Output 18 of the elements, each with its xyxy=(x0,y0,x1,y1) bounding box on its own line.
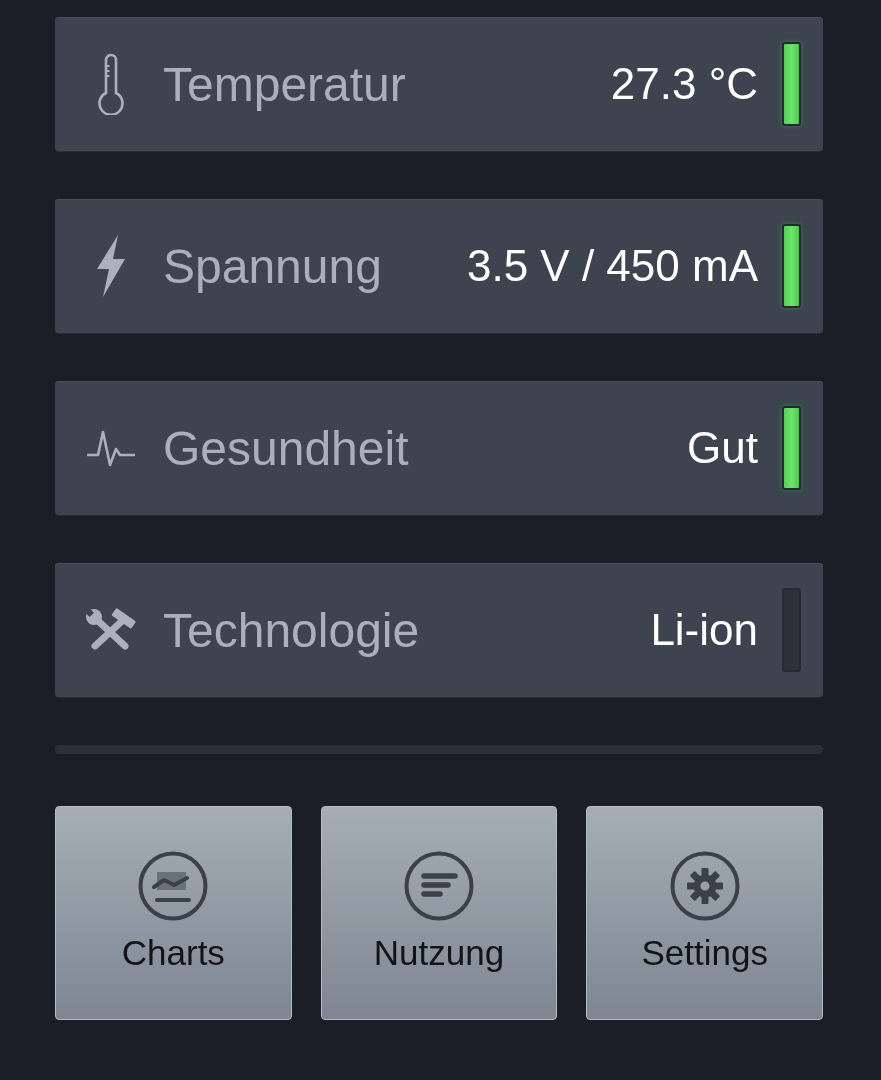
pulse-icon xyxy=(87,428,135,468)
usage-button[interactable]: Nutzung xyxy=(320,806,558,1020)
thermometer-icon xyxy=(96,53,126,115)
reading-label: Temperatur xyxy=(163,56,406,112)
charts-button[interactable]: Charts xyxy=(55,806,292,1020)
lines-icon xyxy=(404,851,474,921)
reading-label: Gesundheit xyxy=(163,420,409,476)
reading-label: Technologie xyxy=(163,602,420,658)
tools-icon xyxy=(85,608,137,652)
reading-value: Li-ion xyxy=(650,605,758,655)
reading-value: 27.3 °C xyxy=(610,59,758,109)
reading-value: Gut xyxy=(687,423,758,473)
chart-icon xyxy=(138,851,209,921)
reading-value: 3.5 V / 450 mA xyxy=(466,241,758,291)
reading-label: Spannung xyxy=(163,238,382,294)
lightning-icon xyxy=(97,235,125,297)
settings-button[interactable]: Settings xyxy=(586,806,823,1020)
settings-icon xyxy=(669,851,740,921)
